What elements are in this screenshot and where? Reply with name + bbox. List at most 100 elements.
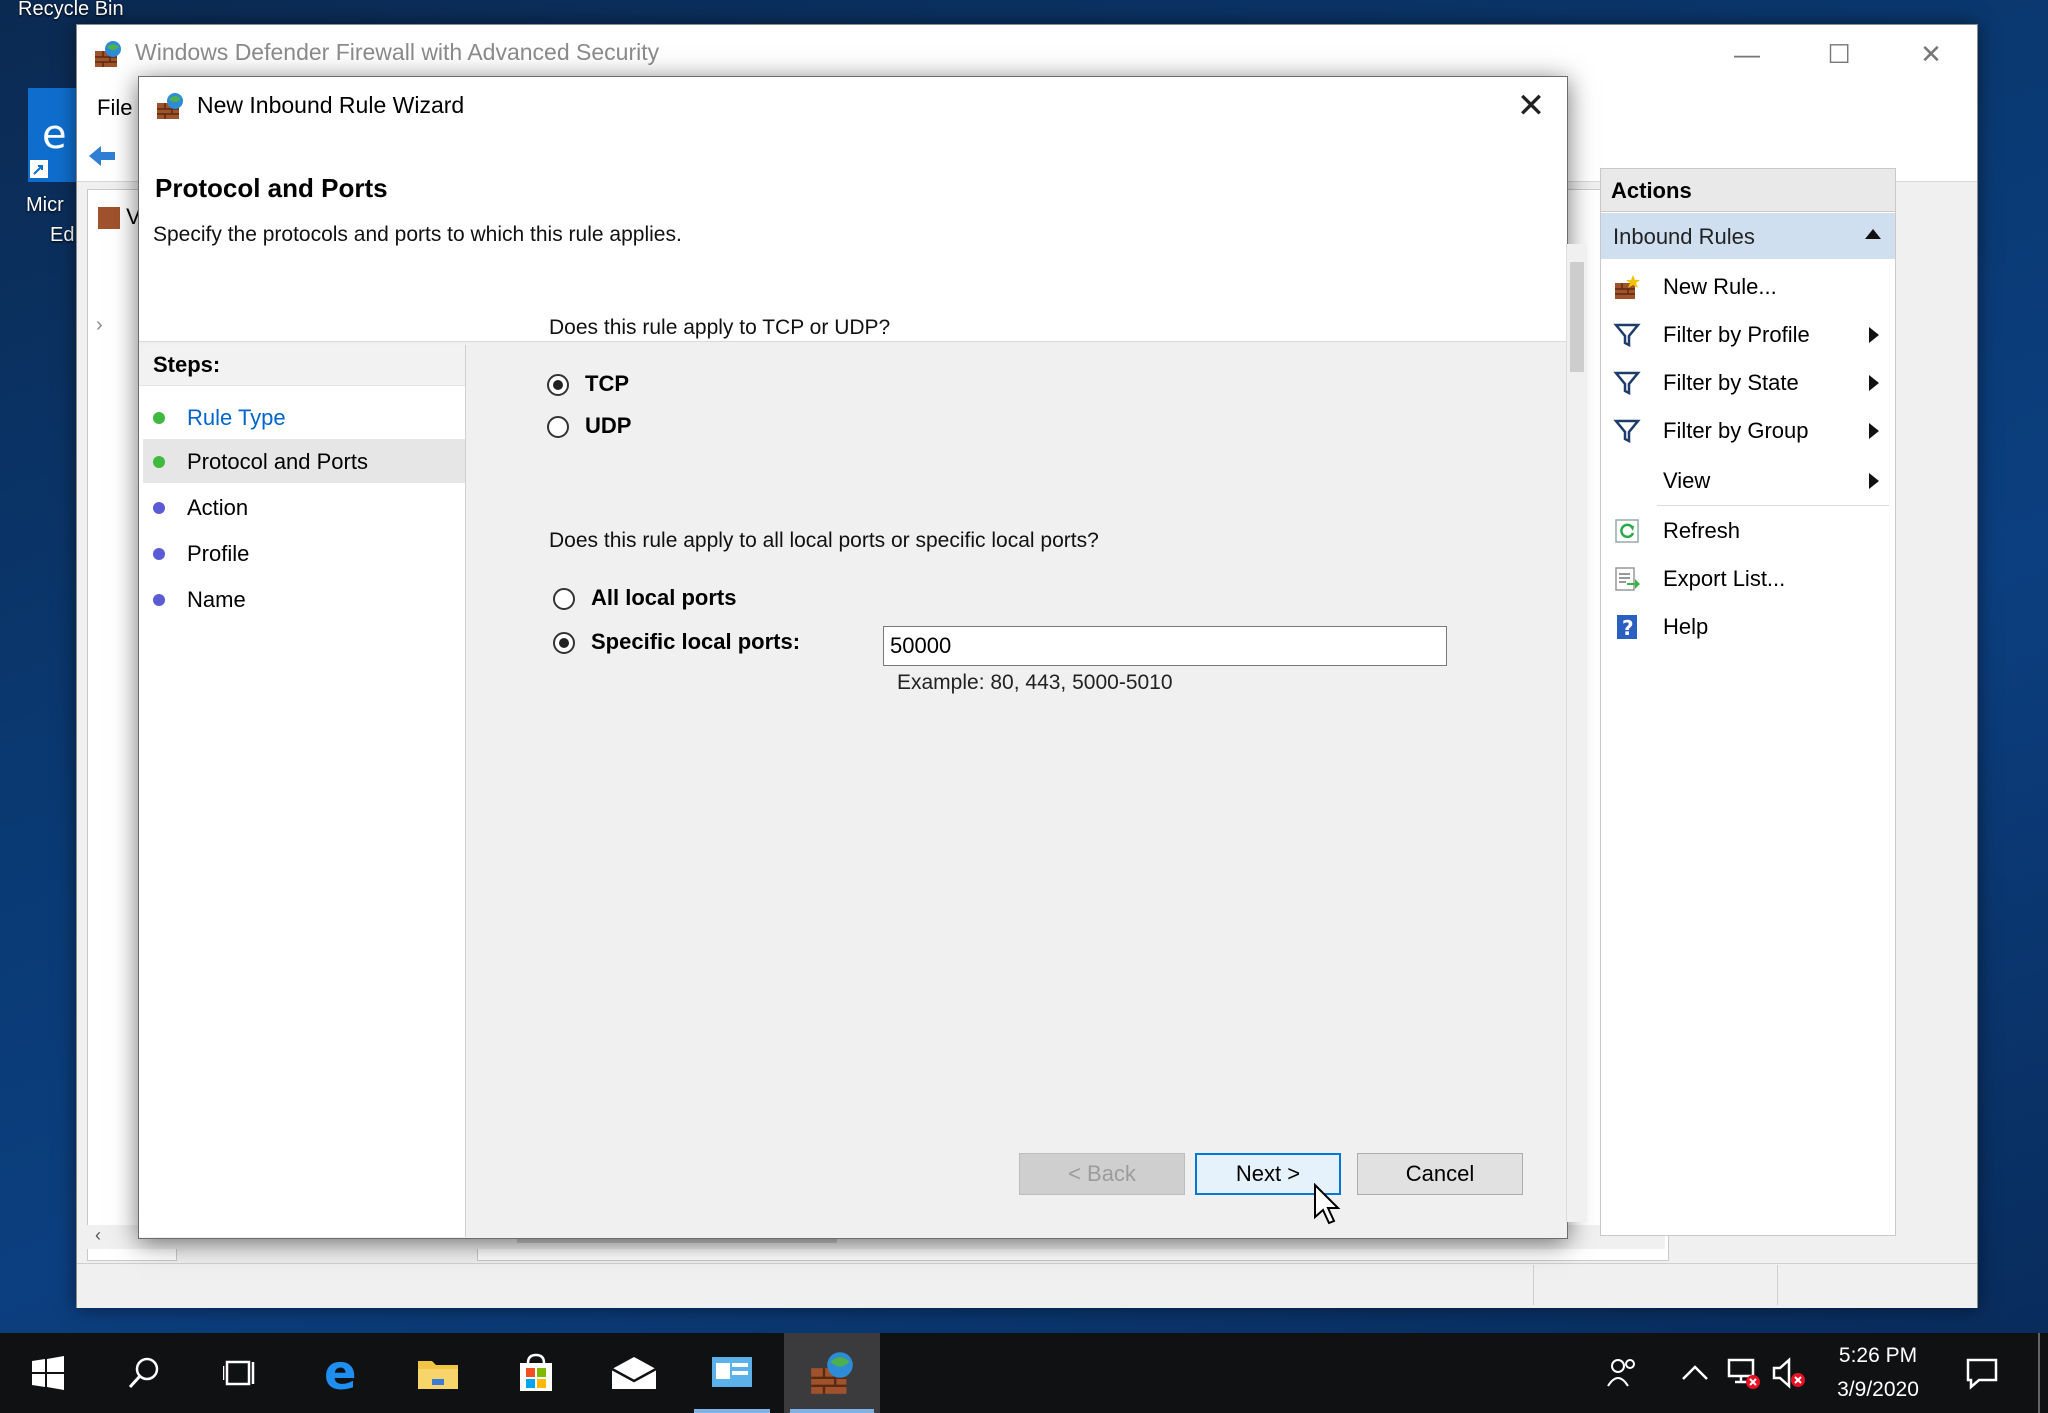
ports-question: Does this rule apply to all local ports … <box>549 529 1099 552</box>
action-new-rule[interactable]: New Rule... <box>1601 263 1895 311</box>
main-title-bar[interactable]: Windows Defender Firewall with Advanced … <box>77 25 1977 83</box>
submenu-arrow-icon <box>1869 327 1879 343</box>
radio-tcp[interactable]: TCP <box>547 371 747 401</box>
wizard-heading: Protocol and Ports <box>155 173 388 203</box>
radio-specific-ports-circle[interactable] <box>553 632 575 654</box>
action-help[interactable]: ? Help <box>1601 603 1895 651</box>
step-name: Name <box>143 577 465 621</box>
funnel-icon <box>1613 323 1641 348</box>
step-done-dot <box>153 412 165 424</box>
action-filter-by-state[interactable]: Filter by State <box>1601 359 1895 407</box>
server-manager-running-indicator <box>694 1409 770 1413</box>
minimize-icon: — <box>1734 38 1760 69</box>
actions-section-inbound-rules[interactable]: Inbound Rules <box>1601 213 1895 259</box>
step-profile: Profile <box>143 531 465 575</box>
export-icon <box>1615 567 1640 591</box>
notification-icon <box>1966 1358 1998 1390</box>
task-view-button[interactable] <box>196 1333 284 1413</box>
specific-ports-input[interactable] <box>883 626 1447 666</box>
task-view-icon <box>223 1360 255 1386</box>
edge-desktop-label-2: Ed <box>50 224 75 246</box>
server-manager-button[interactable] <box>688 1333 776 1413</box>
clock-area[interactable]: 5:26 PM 3/9/2020 <box>1820 1340 1936 1410</box>
firewall-running-indicator <box>790 1409 874 1413</box>
step-protocol-and-ports: Protocol and Ports <box>143 439 465 483</box>
cancel-button[interactable]: Cancel <box>1357 1153 1523 1195</box>
radio-tcp-label[interactable]: TCP <box>585 371 629 397</box>
radio-udp[interactable]: UDP <box>547 413 747 443</box>
step-pending-dot <box>153 594 165 606</box>
back-button[interactable]: < Back <box>1019 1153 1185 1195</box>
new-inbound-rule-wizard: New Inbound Rule Wizard ✕ Protocol and P… <box>138 76 1568 1239</box>
action-filter-by-profile[interactable]: Filter by Profile <box>1601 311 1895 359</box>
mail-icon <box>611 1357 657 1389</box>
radio-all-local-ports[interactable]: All local ports <box>553 585 813 615</box>
mail-button[interactable] <box>590 1333 678 1413</box>
radio-tcp-circle[interactable] <box>547 374 569 396</box>
actions-header: Actions <box>1601 169 1895 212</box>
radio-udp-label[interactable]: UDP <box>585 413 631 439</box>
back-arrow-icon[interactable] <box>87 143 117 169</box>
clock-date: 3/9/2020 <box>1837 1378 1919 1401</box>
rules-vertical-scrollbar[interactable] <box>1566 244 1587 1222</box>
maximize-button[interactable]: ☐ <box>1793 25 1885 83</box>
action-filter-by-group[interactable]: Filter by Group <box>1601 407 1895 455</box>
tree-expand-icon[interactable]: › <box>96 314 103 337</box>
funnel-icon <box>1613 419 1641 444</box>
windows-logo-icon <box>32 1356 64 1390</box>
tree-root-item[interactable]: V <box>98 204 141 230</box>
scroll-left-icon[interactable]: ‹ <box>95 1225 101 1246</box>
collapse-up-icon[interactable] <box>1865 229 1881 239</box>
server-manager-icon <box>712 1357 752 1387</box>
search-button[interactable] <box>100 1333 188 1413</box>
rules-scroll-thumb[interactable] <box>1570 262 1584 372</box>
status-divider <box>1533 1265 1534 1305</box>
funnel-icon <box>1613 371 1641 396</box>
firewall-app-icon <box>95 41 121 67</box>
radio-all-ports-circle[interactable] <box>553 588 575 610</box>
wizard-header: Protocol and Ports Specify the protocols… <box>139 135 1567 342</box>
store-button[interactable] <box>492 1333 580 1413</box>
recycle-bin-label[interactable]: Recycle Bin <box>18 0 124 21</box>
start-button[interactable] <box>4 1333 92 1413</box>
edge-taskbar-button[interactable]: e <box>298 1333 386 1413</box>
refresh-icon <box>1615 519 1639 543</box>
step-action: Action <box>143 485 465 529</box>
action-export-list[interactable]: Export List... <box>1601 555 1895 603</box>
step-pending-dot <box>153 502 165 514</box>
action-refresh[interactable]: Refresh <box>1601 507 1895 555</box>
svg-text:e: e <box>324 1351 357 1395</box>
actions-pane: Actions Inbound Rules New Rule... Filter… <box>1600 168 1896 1236</box>
show-desktop-button[interactable] <box>2038 1333 2040 1413</box>
step-rule-type[interactable]: Rule Type <box>143 395 465 439</box>
firewall-tree-icon <box>98 207 120 230</box>
actions-divider <box>1657 505 1889 506</box>
radio-specific-local-ports[interactable]: Specific local ports: <box>553 629 853 659</box>
action-center-button[interactable] <box>1940 1333 2024 1413</box>
submenu-arrow-icon <box>1869 473 1879 489</box>
action-view[interactable]: View <box>1601 457 1895 505</box>
speaker-muted-icon <box>1772 1357 1805 1389</box>
edge-desktop-label-1: Micr <box>26 194 64 216</box>
close-icon: ✕ <box>1920 38 1942 69</box>
menu-file[interactable]: File <box>97 95 132 121</box>
store-icon <box>520 1353 552 1391</box>
edge-desktop-icon[interactable]: e <box>28 88 78 182</box>
help-icon: ? <box>1617 615 1637 640</box>
maximize-icon: ☐ <box>1827 38 1851 69</box>
edge-icon: e <box>324 1351 357 1395</box>
close-button[interactable]: ✕ <box>1885 25 1977 83</box>
step-pending-dot <box>153 548 165 560</box>
main-window-title: Windows Defender Firewall with Advanced … <box>135 39 660 65</box>
radio-all-ports-label[interactable]: All local ports <box>591 585 736 611</box>
search-icon <box>128 1357 159 1389</box>
firewall-taskbar-button[interactable] <box>784 1333 880 1413</box>
submenu-arrow-icon <box>1869 375 1879 391</box>
radio-specific-ports-label[interactable]: Specific local ports: <box>591 629 800 655</box>
file-explorer-button[interactable] <box>394 1333 482 1413</box>
svg-text:e: e <box>42 112 67 158</box>
radio-udp-circle[interactable] <box>547 416 569 438</box>
firewall-app-icon <box>811 1352 853 1394</box>
minimize-button[interactable]: — <box>1701 25 1793 83</box>
wizard-subheading: Specify the protocols and ports to which… <box>153 223 682 246</box>
